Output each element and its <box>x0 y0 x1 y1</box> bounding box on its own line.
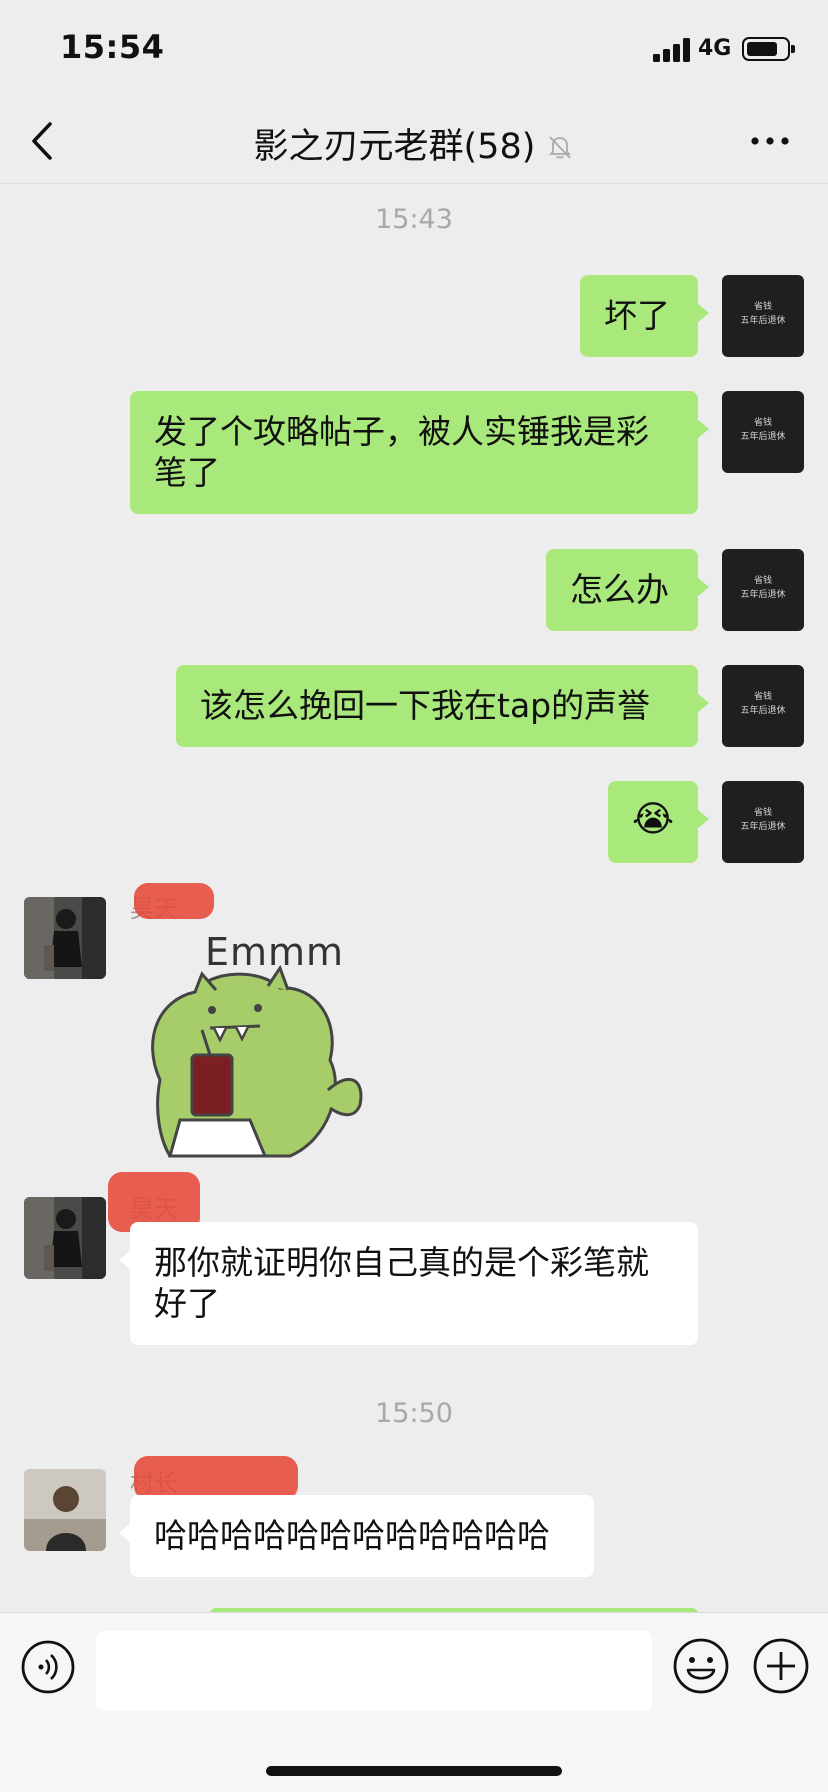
timestamp: 15:50 <box>375 1398 453 1429</box>
sender-avatar[interactable] <box>24 1197 106 1279</box>
my-avatar[interactable]: 省钱 五年后退休 <box>722 549 804 631</box>
status-time: 15:54 <box>60 28 165 66</box>
my-avatar-line1: 省钱 <box>753 418 772 428</box>
network-label: 4G <box>698 36 732 61</box>
my-avatar-line1: 省钱 <box>753 692 772 702</box>
outgoing-emoji-bubble[interactable]: 😭 <box>608 781 709 863</box>
home-indicator <box>266 1766 562 1776</box>
person-photo-icon <box>24 1469 106 1551</box>
my-avatar-line2: 五年后退休 <box>740 822 786 832</box>
title-wrap: 影之刃元老群(58) <box>0 118 828 169</box>
my-avatar-line2: 五年后退休 <box>740 706 786 716</box>
my-avatar-line2: 五年后退休 <box>740 590 786 600</box>
my-avatar[interactable]: 省钱 五年后退休 <box>722 781 804 863</box>
redaction-mark <box>134 1456 298 1500</box>
my-avatar-line1: 省钱 <box>753 808 772 818</box>
sticker-image[interactable]: Emmm <box>140 930 380 1162</box>
sender-avatar[interactable] <box>24 1469 106 1551</box>
chat-screen: 15:54 4G 影之刃元老群(58) 15:43 坏了 省钱 五年后退休 发了… <box>0 0 828 1792</box>
input-bar <box>0 1612 828 1792</box>
person-photo-icon <box>24 897 106 979</box>
battery-icon <box>742 37 795 61</box>
my-avatar[interactable]: 省钱 五年后退休 <box>722 275 804 357</box>
person-photo-icon <box>24 1197 106 1279</box>
outgoing-message-bubble[interactable]: 该怎么挽回一下我在tap的声誉 <box>176 665 709 747</box>
my-avatar-line2: 五年后退休 <box>740 316 786 326</box>
incoming-message-bubble[interactable]: 那你就证明你自己真的是个彩笔就好了 <box>119 1222 698 1345</box>
redaction-mark <box>134 883 214 919</box>
my-avatar[interactable]: 省钱 五年后退休 <box>722 665 804 747</box>
message-input[interactable] <box>96 1631 652 1711</box>
my-avatar-line1: 省钱 <box>753 576 772 586</box>
incoming-message-bubble[interactable]: 哈哈哈哈哈哈哈哈哈哈哈哈 <box>119 1495 594 1577</box>
my-avatar-line2: 五年后退休 <box>740 432 786 442</box>
timestamp: 15:43 <box>375 204 453 235</box>
sender-avatar[interactable] <box>24 897 106 979</box>
signal-icon <box>653 38 691 62</box>
status-bar: 15:54 4G <box>0 0 828 100</box>
green-monster-sticker-icon <box>151 964 363 1158</box>
mute-bell-icon <box>549 136 572 159</box>
add-more-icon[interactable] <box>752 1637 810 1695</box>
nav-bar: 影之刃元老群(58) <box>0 100 828 184</box>
outgoing-message-bubble[interactable]: 怎么办 <box>546 549 709 631</box>
more-options-icon[interactable] <box>750 134 790 148</box>
chat-title: 影之刃元老群(58) <box>253 127 536 167</box>
emoji-icon[interactable] <box>672 1637 730 1695</box>
outgoing-message-bubble[interactable]: 坏了 <box>580 275 709 357</box>
my-avatar[interactable]: 省钱 五年后退休 <box>722 391 804 473</box>
voice-input-icon[interactable] <box>20 1639 76 1695</box>
my-avatar-line1: 省钱 <box>753 302 772 312</box>
outgoing-message-bubble[interactable]: 发了个攻略帖子，被人实锤我是彩笔了 <box>130 391 709 514</box>
